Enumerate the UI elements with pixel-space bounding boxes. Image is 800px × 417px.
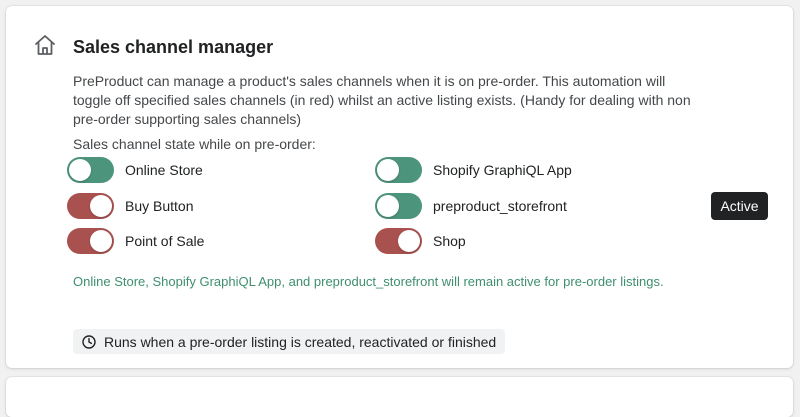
trigger-info: Runs when a pre-order listing is created…	[73, 329, 506, 354]
toggle-knob	[377, 195, 399, 217]
channel-row-preproduct-storefront: preproduct_storefront	[375, 193, 567, 219]
channel-row-shopify-graphiql-app: Shopify GraphiQL App	[375, 157, 572, 183]
channel-label: Shop	[433, 233, 466, 249]
channel-row-shop: Shop	[375, 228, 466, 254]
sales-channel-manager-card: Sales channel manager PreProduct can man…	[6, 6, 793, 368]
toggle-buy-button[interactable]	[67, 193, 114, 219]
channel-row-online-store: Online Store	[67, 157, 203, 183]
toggle-point-of-sale[interactable]	[67, 228, 114, 254]
clock-icon	[82, 334, 96, 349]
channel-label: Point of Sale	[125, 233, 205, 249]
channel-label: Shopify GraphiQL App	[433, 162, 572, 178]
channel-label: preproduct_storefront	[433, 198, 567, 214]
toggle-knob	[377, 159, 399, 181]
trigger-text: Runs when a pre-order listing is created…	[104, 333, 497, 350]
toggle-preproduct-storefront[interactable]	[375, 193, 422, 219]
channel-label: Buy Button	[125, 198, 194, 214]
home-icon	[33, 33, 57, 57]
toggle-knob	[69, 159, 91, 181]
channel-row-point-of-sale: Point of Sale	[67, 228, 204, 254]
toggle-knob	[398, 230, 420, 252]
toggle-knob	[90, 230, 112, 252]
section-title: Sales channel manager	[73, 37, 274, 57]
status-badge: Active	[711, 192, 768, 220]
channel-row-buy-button: Buy Button	[67, 193, 194, 219]
section-description: PreProduct can manage a product's sales …	[73, 73, 691, 127]
next-card	[6, 377, 793, 417]
toggle-shopify-graphiql-app[interactable]	[375, 157, 422, 183]
channel-label: Online Store	[125, 162, 203, 178]
toggle-knob	[90, 195, 112, 217]
channel-state-label: Sales channel state while on pre-order:	[73, 136, 316, 152]
toggle-shop[interactable]	[375, 228, 422, 254]
active-channels-note: Online Store, Shopify GraphiQL App, and …	[73, 274, 664, 289]
toggle-online-store[interactable]	[67, 157, 114, 183]
